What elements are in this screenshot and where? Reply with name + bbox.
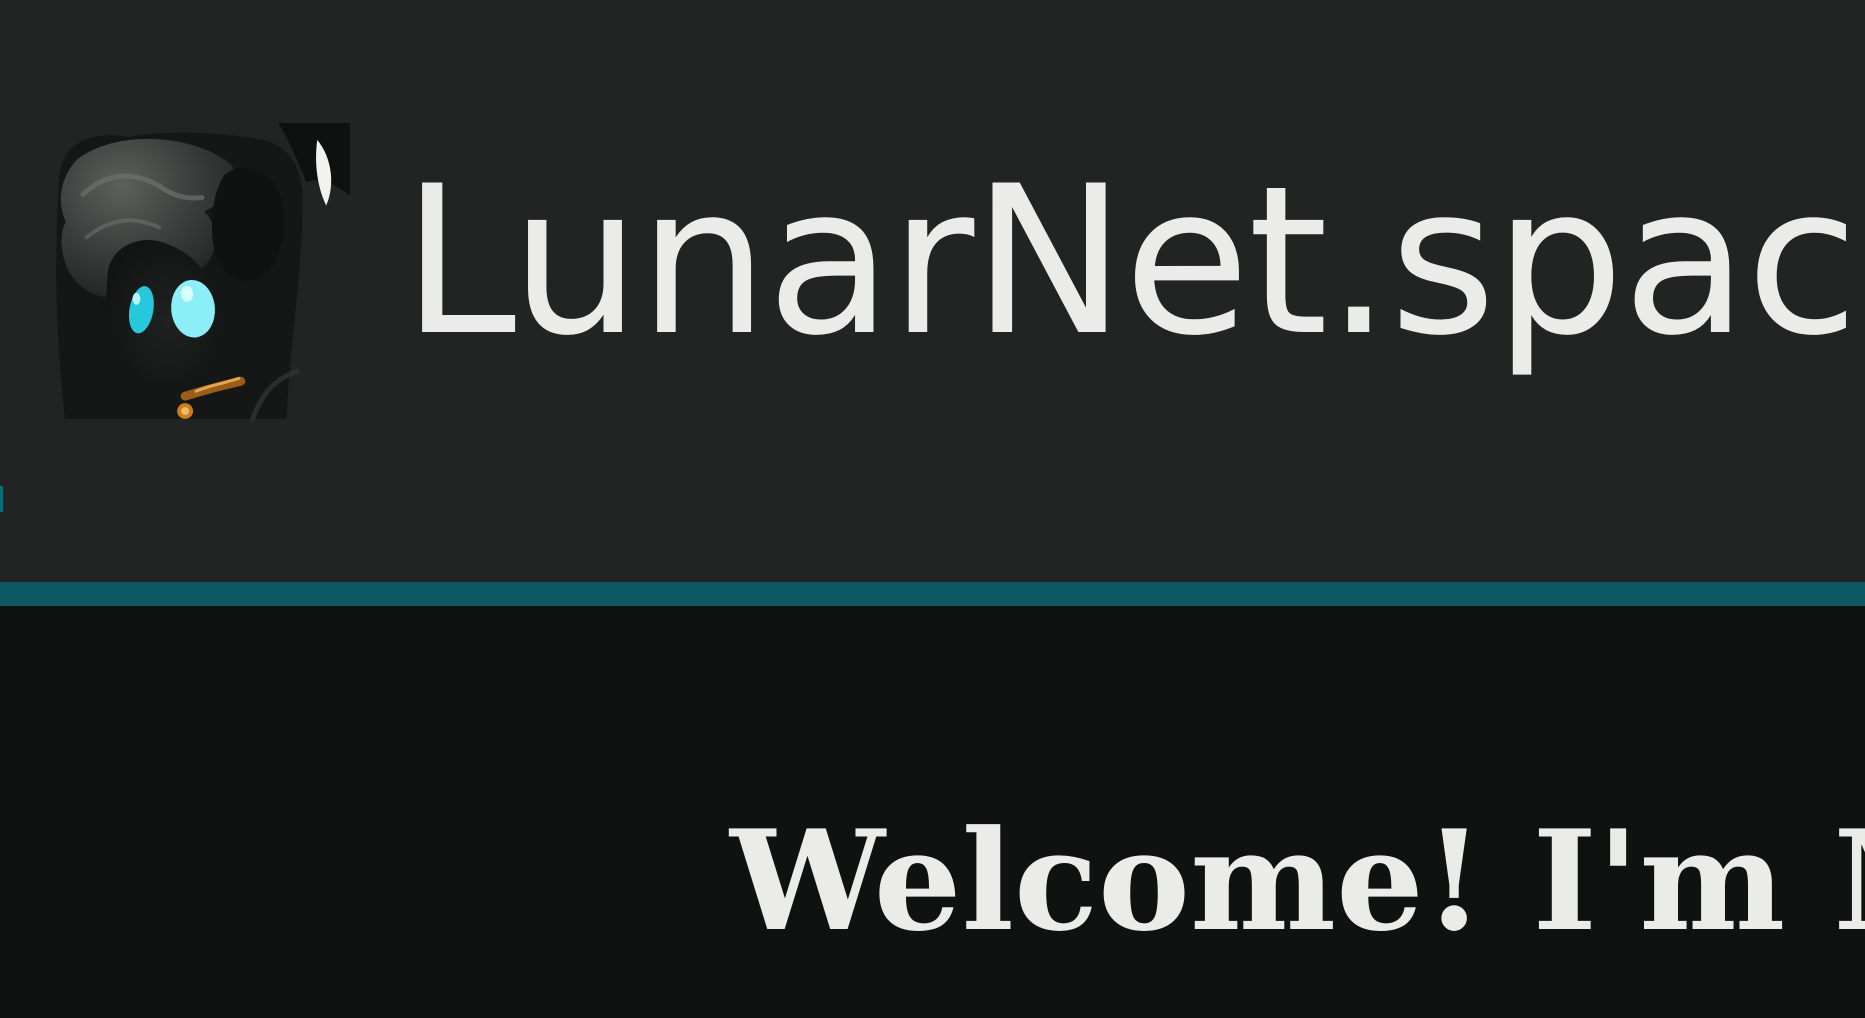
site-title: LunarNet.space	[402, 143, 1865, 381]
main-content: Welcome! I'm M	[0, 606, 1865, 1018]
welcome-heading: Welcome! I'm M	[730, 799, 1865, 962]
header-accent-bar	[0, 582, 1865, 606]
site-header: LunarNet.space	[0, 0, 1865, 582]
page: LunarNet.space Welcome! I'm M	[0, 0, 1865, 1018]
site-logo-link[interactable]	[52, 122, 350, 422]
left-edge-indicator	[0, 486, 3, 512]
site-title-link[interactable]: LunarNet.space	[402, 143, 1865, 381]
pony-avatar-logo-icon	[56, 123, 350, 422]
